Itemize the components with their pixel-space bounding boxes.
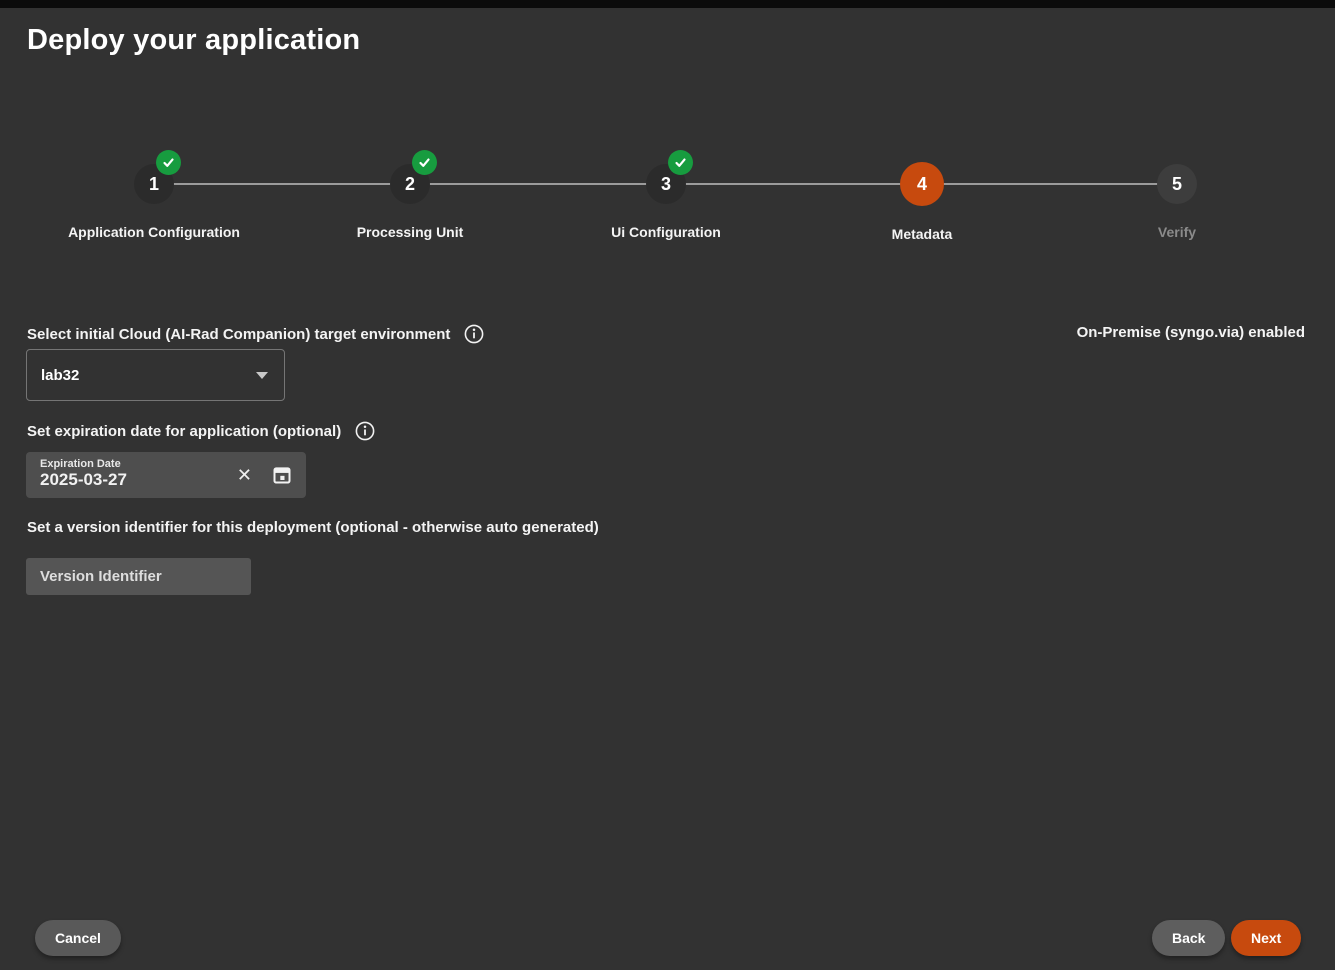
step-circle: 1 <box>134 164 174 204</box>
step-application-configuration[interactable]: 1 Application Configuration <box>24 0 284 240</box>
step-number: 2 <box>405 174 415 195</box>
on-premise-status: On-Premise (syngo.via) enabled <box>1077 324 1305 341</box>
environment-label-text: Select initial Cloud (AI-Rad Companion) … <box>27 326 450 343</box>
step-label: Verify <box>1047 224 1307 240</box>
version-identifier-input[interactable] <box>26 558 251 595</box>
step-number: 4 <box>917 174 927 195</box>
environment-selected-value: lab32 <box>41 367 256 384</box>
step-metadata[interactable]: 4 Metadata <box>792 0 1052 242</box>
info-icon[interactable] <box>464 324 484 344</box>
step-label: Processing Unit <box>280 224 540 240</box>
check-icon <box>156 150 181 175</box>
step-label: Ui Configuration <box>536 224 796 240</box>
back-button[interactable]: Back <box>1152 920 1225 956</box>
expiration-field-label: Expiration Date <box>40 458 237 470</box>
calendar-icon[interactable] <box>272 465 292 485</box>
chevron-down-icon <box>256 372 268 379</box>
expiration-date-field[interactable]: Expiration Date ✕ <box>26 452 306 498</box>
version-label-text: Set a version identifier for this deploy… <box>27 519 599 536</box>
expiration-label-text: Set expiration date for application (opt… <box>27 423 341 440</box>
step-label: Metadata <box>792 226 1052 242</box>
step-label: Application Configuration <box>24 224 284 240</box>
step-number: 1 <box>149 174 159 195</box>
step-circle: 3 <box>646 164 686 204</box>
step-number: 3 <box>661 174 671 195</box>
step-verify[interactable]: 5 Verify <box>1047 0 1307 240</box>
step-number: 5 <box>1172 174 1182 195</box>
step-circle: 4 <box>900 162 944 206</box>
check-icon <box>668 150 693 175</box>
next-button[interactable]: Next <box>1231 920 1301 956</box>
step-circle: 5 <box>1157 164 1197 204</box>
check-icon <box>412 150 437 175</box>
environment-select[interactable]: lab32 <box>26 349 285 401</box>
version-section-label: Set a version identifier for this deploy… <box>27 519 599 536</box>
expiration-section-label: Set expiration date for application (opt… <box>27 421 375 441</box>
expiration-date-input[interactable] <box>40 470 237 490</box>
step-ui-configuration[interactable]: 3 Ui Configuration <box>536 0 796 240</box>
info-icon[interactable] <box>355 421 375 441</box>
step-circle: 2 <box>390 164 430 204</box>
step-processing-unit[interactable]: 2 Processing Unit <box>280 0 540 240</box>
environment-section-label: Select initial Cloud (AI-Rad Companion) … <box>27 324 484 344</box>
cancel-button[interactable]: Cancel <box>35 920 121 956</box>
clear-icon[interactable]: ✕ <box>237 466 252 484</box>
